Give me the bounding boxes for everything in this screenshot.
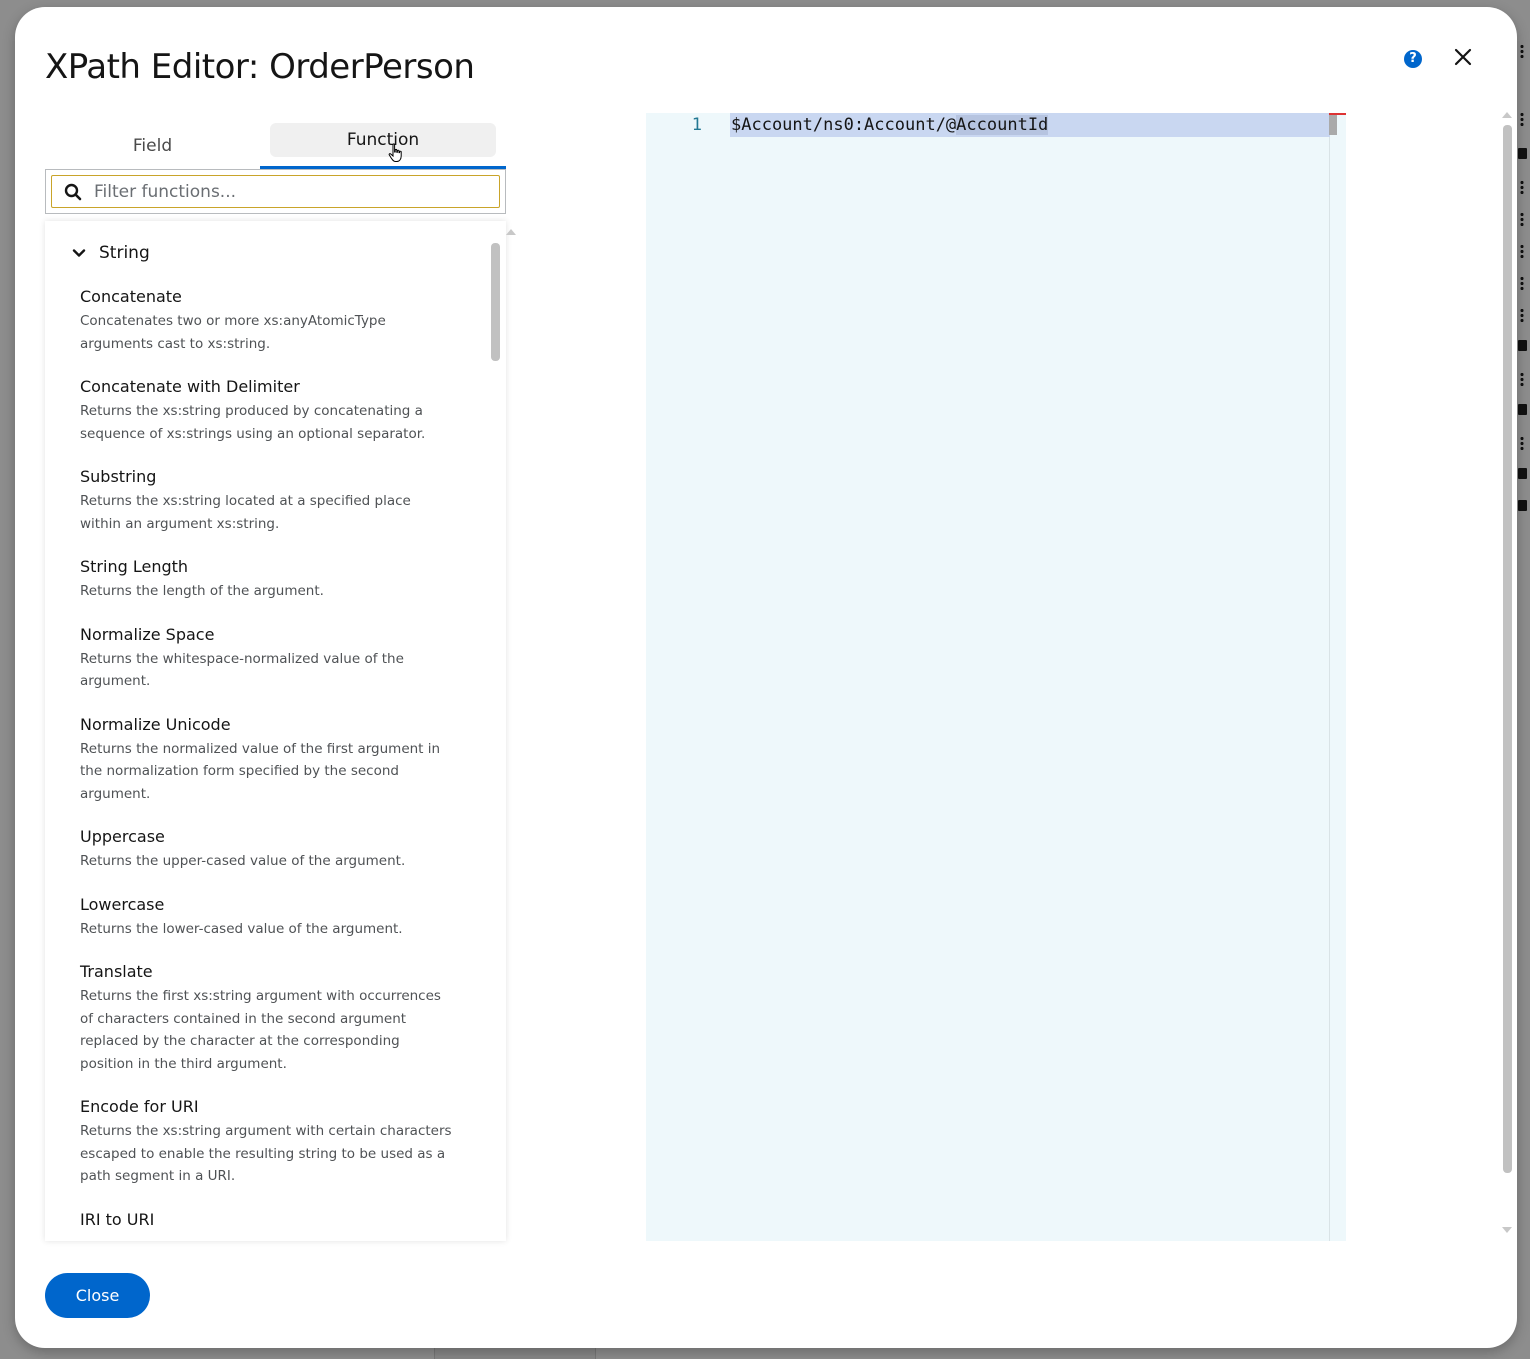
function-item[interactable]: Concatenate Concatenates two or more xs:a… — [45, 285, 485, 355]
function-item-name: Substring — [80, 467, 157, 486]
trash-icon — [1518, 148, 1527, 159]
xpath-editor-modal: XPath Editor: OrderPerson ? Field Functi… — [15, 7, 1517, 1348]
function-item-name: Concatenate with Delimiter — [80, 377, 300, 396]
tab-list: Field Function — [45, 123, 506, 169]
hand-pointer-icon — [388, 143, 402, 162]
trash-icon — [1518, 404, 1527, 415]
function-item-description: Returns the upper-cased value of the arg… — [80, 853, 406, 869]
line-number: 1 — [691, 115, 702, 135]
tab-function-label: Function — [346, 130, 420, 150]
code-selection: AccountId — [956, 115, 1049, 135]
modal-scroll-down-arrow[interactable] — [1502, 1227, 1512, 1233]
search-icon — [64, 183, 82, 200]
function-item[interactable]: Lowercase Returns the lower-cased value o… — [45, 893, 485, 941]
function-item-description: Concatenates two or more xs:anyAtomicTyp… — [80, 313, 386, 352]
code-text[interactable]: $Account/ns0:Account/@AccountId — [731, 113, 1049, 137]
kebab-icon — [1520, 372, 1524, 386]
function-items: Concatenate Concatenates two or more xs:a… — [45, 285, 485, 1241]
function-item[interactable]: Uppercase Returns the upper-cased value o… — [45, 825, 485, 873]
chevron-down-icon — [72, 249, 86, 257]
modal-scroll-up-arrow[interactable] — [1502, 112, 1512, 118]
function-item[interactable]: Normalize Space Returns the whitespace-no… — [45, 623, 485, 693]
function-item-description: Returns the xs:string produced by concat… — [80, 403, 426, 442]
function-item-description: Returns the normalized value of the firs… — [80, 740, 441, 802]
function-item-name: Translate — [80, 962, 153, 981]
trash-icon — [1518, 500, 1527, 511]
list-scroll-up-arrow[interactable] — [506, 229, 516, 235]
modal-title: XPath Editor: OrderPerson — [45, 47, 475, 87]
function-group-toggle[interactable]: String — [45, 238, 485, 268]
tab-field-label: Field — [132, 136, 173, 156]
function-item[interactable]: Concatenate with Delimiter Returns the xs… — [45, 375, 485, 445]
function-item-name: Encode for URI — [80, 1097, 199, 1116]
filter-functions-input[interactable] — [94, 181, 499, 202]
kebab-icon — [1520, 180, 1524, 194]
close-icon[interactable] — [1451, 45, 1475, 69]
function-item-name: Lowercase — [80, 894, 165, 914]
function-item[interactable]: Normalize Unicode Returns the normalized … — [45, 713, 485, 806]
kebab-icon — [1520, 244, 1524, 258]
function-item[interactable]: IRI to URI — [45, 1208, 485, 1232]
background-panel-strip — [434, 1348, 596, 1359]
function-item[interactable]: Encode for URI Returns the xs:string argu… — [45, 1095, 485, 1188]
function-item-name: Concatenate — [80, 287, 182, 306]
kebab-icon — [1520, 112, 1524, 126]
close-button[interactable]: Close — [45, 1273, 150, 1318]
function-item-description: Returns the first xs:string argument wit… — [80, 988, 441, 1072]
function-item[interactable]: Translate Returns the first xs:string arg… — [45, 960, 485, 1075]
background-right-fragments — [1516, 0, 1530, 1359]
help-icon[interactable]: ? — [1404, 50, 1422, 68]
function-item[interactable]: Substring Returns the xs:string located a… — [45, 465, 485, 535]
code-line[interactable]: 1 $Account/ns0:Account/@AccountId — [646, 113, 1346, 137]
modal-scrollbar[interactable] — [1503, 125, 1512, 1173]
tab-function[interactable]: Function — [260, 123, 506, 169]
tab-field[interactable]: Field — [45, 123, 260, 169]
function-item-description: Returns the length of the argument. — [80, 583, 324, 599]
kebab-icon — [1520, 276, 1524, 290]
function-group-label: String — [99, 243, 150, 263]
kebab-icon — [1520, 44, 1524, 58]
background-left-fragments — [0, 0, 15, 1359]
function-item-name: Normalize Space — [80, 624, 215, 644]
function-item-name: String Length — [80, 557, 189, 576]
code-unselected: $Account/ns0:Account/@ — [731, 115, 957, 135]
xpath-code-editor[interactable]: 1 $Account/ns0:Account/@AccountId — [646, 113, 1346, 1241]
function-item-name: Uppercase — [80, 827, 165, 846]
trash-icon — [1518, 468, 1527, 479]
function-list-scrollbar[interactable] — [491, 243, 500, 361]
overview-error-marker — [1329, 113, 1346, 115]
function-item[interactable]: String Length Returns the length of the a… — [45, 555, 485, 603]
function-item-description: Returns the xs:string located at a speci… — [80, 493, 411, 532]
function-item-description: Returns the whitespace-normalized value … — [80, 650, 404, 690]
trash-icon — [1518, 340, 1527, 351]
editor-ruler — [1329, 113, 1330, 1241]
function-item-name: IRI to URI — [80, 1209, 155, 1229]
kebab-icon — [1520, 308, 1524, 322]
kebab-icon — [1520, 212, 1524, 226]
function-list: String Concatenate Concatenates two or mo… — [45, 221, 506, 1241]
function-item-description: Returns the lower-cased value of the arg… — [80, 920, 403, 937]
kebab-icon — [1520, 436, 1524, 450]
function-item-description: Returns the xs:string argument with cert… — [80, 1123, 452, 1184]
overview-cursor-marker — [1329, 113, 1337, 135]
function-item-name: Normalize Unicode — [80, 714, 231, 734]
filter-box — [51, 175, 500, 208]
filter-container — [45, 169, 506, 214]
